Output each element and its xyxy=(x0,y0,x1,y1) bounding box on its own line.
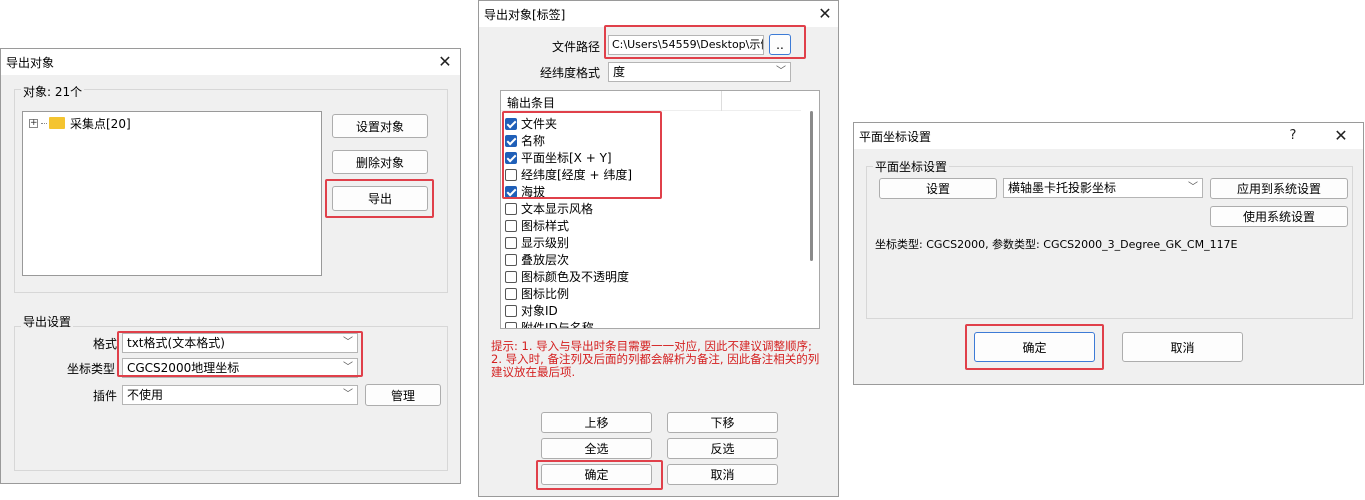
export-dialog-titlebar: 导出对象 ✕ xyxy=(1,49,460,75)
list-item-label: 文本显示风格 xyxy=(521,202,594,216)
label-dialog-title: 导出对象[标签] xyxy=(484,8,566,22)
list-item-label: 图标颜色及不透明度 xyxy=(521,270,630,284)
list-item-label: 图标比例 xyxy=(521,287,570,301)
export-dialog: 导出对象 ✕ 对象: 21个 + 采集点[20] 设置对象 删除对象 导出 导出… xyxy=(0,48,461,484)
set-object-button[interactable]: 设置对象 xyxy=(332,114,428,138)
projection-select[interactable]: 横轴墨卡托投影坐标 ﹀ xyxy=(1003,178,1203,198)
projection-select-value: 横轴墨卡托投影坐标 xyxy=(1008,181,1117,195)
list-item-label: 附件ID与名称 xyxy=(521,321,594,329)
use-system-button[interactable]: 使用系统设置 xyxy=(1210,206,1348,227)
tree-item-label: 采集点[20] xyxy=(70,116,131,131)
list-item-label: 对象ID xyxy=(521,304,558,318)
coord-settings-dialog: 平面坐标设置 ? ✕ 平面坐标设置 设置 横轴墨卡托投影坐标 ﹀ 应用到系统设置… xyxy=(853,122,1364,385)
latlon-format-select[interactable]: 度 ﹀ xyxy=(608,62,791,82)
tree-item-collection-points[interactable]: + 采集点[20] xyxy=(29,115,131,131)
export-settings-label: 导出设置 xyxy=(21,313,74,330)
close-icon[interactable]: ✕ xyxy=(433,51,457,73)
highlight-checked-items xyxy=(502,111,662,199)
checkbox-unchecked-icon[interactable] xyxy=(505,236,517,249)
object-count-label: 对象: 21个 xyxy=(21,83,85,100)
tip-line-3: 建议放在最后项. xyxy=(491,365,576,379)
chevron-down-icon: ﹀ xyxy=(1188,182,1198,193)
select-all-button[interactable]: 全选 xyxy=(541,438,652,459)
file-path-label: 文件路径 xyxy=(552,40,601,54)
list-item[interactable]: 对象ID xyxy=(505,302,558,319)
cancel-button[interactable]: 取消 xyxy=(667,464,778,485)
invert-selection-button[interactable]: 反选 xyxy=(667,438,778,459)
folder-icon xyxy=(49,117,65,129)
coord-group-label: 平面坐标设置 xyxy=(873,158,950,175)
coord-cancel-button[interactable]: 取消 xyxy=(1122,332,1243,362)
list-item[interactable]: 图标比例 xyxy=(505,285,569,302)
list-header: 输出条目 xyxy=(501,91,801,111)
list-item[interactable]: 图标颜色及不透明度 xyxy=(505,268,629,285)
format-label: 格式 xyxy=(93,337,118,351)
checkbox-unchecked-icon[interactable] xyxy=(505,270,517,283)
list-item-label: 显示级别 xyxy=(521,236,570,250)
plugin-select-value: 不使用 xyxy=(127,388,164,402)
list-item[interactable]: 叠放层次 xyxy=(505,251,569,268)
checkbox-unchecked-icon[interactable] xyxy=(505,253,517,266)
help-icon[interactable]: ? xyxy=(1282,125,1304,147)
latlon-format-label: 经纬度格式 xyxy=(540,66,601,80)
checkbox-unchecked-icon[interactable] xyxy=(505,304,517,317)
column-divider xyxy=(721,91,722,111)
checkbox-unchecked-icon[interactable] xyxy=(505,321,517,328)
list-item[interactable]: 图标样式 xyxy=(505,217,569,234)
scrollbar-thumb[interactable] xyxy=(810,111,813,261)
expand-icon[interactable]: + xyxy=(29,118,38,128)
checkbox-unchecked-icon[interactable] xyxy=(505,287,517,300)
apply-to-system-button[interactable]: 应用到系统设置 xyxy=(1210,178,1348,199)
plugin-label: 插件 xyxy=(93,389,118,403)
highlight-ok xyxy=(536,460,663,490)
chevron-down-icon: ﹀ xyxy=(776,66,786,77)
move-down-button[interactable]: 下移 xyxy=(667,412,778,433)
checkbox-unchecked-icon[interactable] xyxy=(505,202,517,215)
highlight-coord-ok xyxy=(965,324,1104,370)
move-up-button[interactable]: 上移 xyxy=(541,412,652,433)
list-item[interactable]: 显示级别 xyxy=(505,234,569,251)
list-item[interactable]: 文本显示风格 xyxy=(505,200,593,217)
coord-type-label: 坐标类型 xyxy=(67,362,116,376)
coord-dialog-title: 平面坐标设置 xyxy=(859,130,932,144)
list-item-label: 叠放层次 xyxy=(521,253,570,267)
list-item-label: 图标样式 xyxy=(521,219,570,233)
object-tree[interactable]: + 采集点[20] xyxy=(22,111,322,276)
highlight-format-coord xyxy=(117,331,363,377)
label-dialog-titlebar: 导出对象[标签] ✕ xyxy=(479,1,838,27)
list-item[interactable]: 附件ID与名称 xyxy=(505,319,594,329)
coord-dialog-titlebar: 平面坐标设置 ? ✕ xyxy=(854,123,1363,149)
manage-button[interactable]: 管理 xyxy=(365,384,441,406)
highlight-file-path xyxy=(604,25,806,59)
close-icon[interactable]: ✕ xyxy=(1329,125,1353,147)
tree-connector-icon xyxy=(41,122,47,124)
latlon-format-value: 度 xyxy=(613,65,626,79)
coord-info-text: 坐标类型: CGCS2000, 参数类型: CGCS2000_3_Degree_… xyxy=(875,238,1238,251)
settings-button[interactable]: 设置 xyxy=(879,178,997,199)
scrollbar[interactable] xyxy=(807,91,819,328)
plugin-select[interactable]: 不使用 ﹀ xyxy=(122,385,358,405)
close-icon[interactable]: ✕ xyxy=(813,3,837,25)
delete-object-button[interactable]: 删除对象 xyxy=(332,150,428,174)
export-dialog-title: 导出对象 xyxy=(6,56,55,70)
highlight-export xyxy=(325,179,434,218)
chevron-down-icon: ﹀ xyxy=(343,389,353,400)
tip-text: 提示: 1. 导入与导出时条目需要一一对应, 因此不建议调整顺序; 2. 导入时… xyxy=(491,340,836,379)
checkbox-unchecked-icon[interactable] xyxy=(505,219,517,232)
label-export-dialog: 导出对象[标签] ✕ 文件路径 C:\Users\54559\Desktop\示… xyxy=(478,0,839,497)
list-header-label: 输出条目 xyxy=(507,96,556,110)
